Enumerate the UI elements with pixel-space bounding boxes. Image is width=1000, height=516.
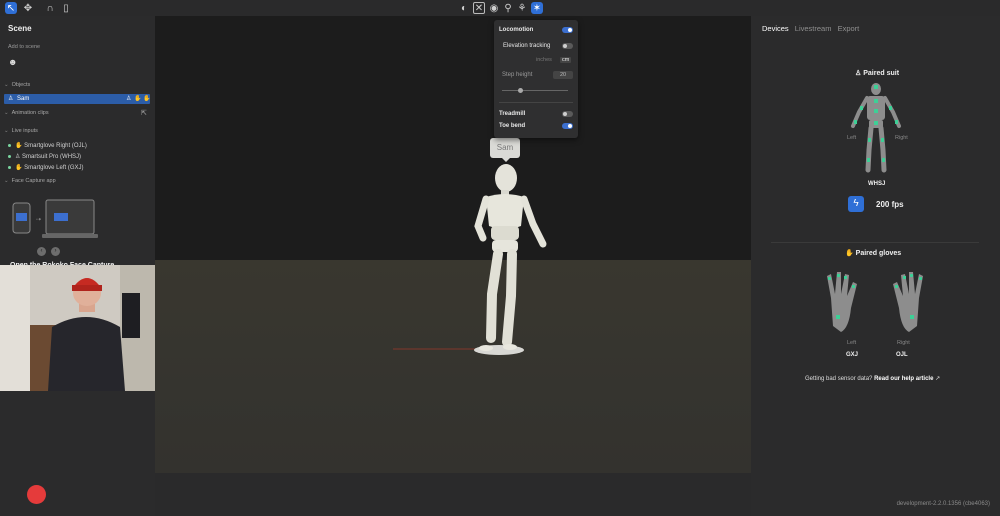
live-inputs-header[interactable]: Live inputs (4, 128, 38, 134)
next-page-button[interactable]: › (51, 247, 60, 256)
help-prefix: Getting bad sensor data? (805, 376, 873, 382)
live-input-label: Smartglove Left (GXJ) (24, 165, 84, 171)
suit-icon: ♙ (855, 70, 864, 77)
live-input-label: Smartsuit Pro (WHSJ) (22, 154, 82, 160)
tab-devices[interactable]: Devices (762, 24, 789, 33)
external-link-icon[interactable]: ↗ (935, 376, 940, 382)
eye-icon[interactable]: ◉ (488, 2, 500, 14)
step-height-label: Step height (502, 72, 533, 78)
status-dot (8, 165, 11, 169)
glove-right-id: OJL (896, 352, 908, 358)
scene-title: Scene (8, 24, 32, 33)
locomotion-label: Locomotion (499, 27, 534, 33)
select-icon[interactable]: ↖ (5, 2, 17, 14)
glove-right-label: Right (897, 340, 910, 346)
webcam-feed (0, 265, 167, 391)
paired-gloves-label: Paired gloves (855, 250, 902, 257)
tab-export[interactable]: Export (838, 24, 860, 33)
treadmill-toggle[interactable] (562, 111, 573, 117)
devices-panel: Devices Livestream Export ♙ Paired suit (751, 16, 1000, 516)
suit-figure (851, 83, 901, 173)
section-divider (771, 242, 979, 243)
live-input-item[interactable]: ✋ Smartglove Left (GXJ) (8, 164, 84, 171)
paired-suit-title: ♙ Paired suit (855, 69, 899, 77)
tab-livestream[interactable]: Livestream (795, 24, 832, 33)
character-mannequin[interactable] (155, 16, 751, 473)
phone-icon[interactable]: ▯ (60, 2, 72, 14)
skeleton-icon[interactable]: ✕ (473, 2, 485, 14)
paired-gloves-title: ✋ Paired gloves (845, 249, 901, 257)
object-name: Sam (17, 95, 30, 102)
right-glove-link-icon[interactable]: ✋ (143, 95, 150, 102)
status-dot (8, 154, 11, 158)
version-label: development-2.2.0.1356 (cbe4063) (896, 501, 990, 507)
paired-suit-label: Paired suit (863, 70, 900, 77)
magic-icon[interactable]: ✶ (531, 2, 543, 14)
glove-left-id: GXJ (846, 352, 859, 358)
walk-icon[interactable]: ⚲ (502, 2, 514, 14)
glove-icon: ✋ (15, 165, 25, 171)
gloves-figure (827, 272, 923, 332)
object-row-sam[interactable]: ♙ Sam ♙ ✋ ✋ (4, 94, 150, 104)
animation-clips-header[interactable]: Animation clips (4, 110, 49, 116)
help-text: Getting bad sensor data? Read our help a… (805, 375, 940, 382)
top-toolbar: ↖ ✥ ∩ ▯ ◐ ✕ ◉ ⚲ ⚘ ✶ (0, 0, 1000, 16)
import-icon[interactable]: ⇱ (141, 109, 147, 117)
live-input-label: Smartglove Right (OJL) (24, 143, 87, 149)
gloves-icon: ✋ (845, 250, 856, 257)
left-glove-link-icon[interactable]: ✋ (134, 95, 141, 102)
move-icon[interactable]: ✥ (22, 2, 34, 14)
glove-icon: ✋ (15, 143, 25, 149)
add-to-scene-label: Add to scene (8, 44, 41, 50)
live-input-item[interactable]: ✋ Smartglove Right (OJL) (8, 142, 87, 149)
unit-cm[interactable]: cm (560, 57, 572, 63)
face-capture-illustration: ⇢ (12, 199, 98, 238)
3d-viewport[interactable] (155, 16, 751, 473)
objects-header[interactable]: Objects (4, 82, 31, 88)
suit-icon[interactable]: ◐ (458, 2, 470, 14)
fps-value: 200 fps (876, 200, 904, 209)
locomotion-popup: Locomotion Elevation tracking inches cm … (494, 20, 578, 138)
help-link[interactable]: Read our help article (874, 376, 933, 382)
character-name-tag: Sam (490, 138, 520, 162)
suit-id: WHSJ (868, 181, 886, 187)
toe-bend-toggle[interactable] (562, 123, 573, 129)
face-capture-header[interactable]: Face Capture app (4, 178, 56, 184)
webcam-overlay (0, 265, 167, 391)
suit-left-label: Left (847, 135, 857, 141)
live-input-item[interactable]: ♙ Smartsuit Pro (WHSJ) (8, 153, 81, 160)
suit-right-label: Right (895, 135, 908, 141)
add-character-icon[interactable]: ☻ (8, 57, 17, 67)
locomotion-toggle[interactable] (562, 27, 573, 33)
suit-icon: ♙ (15, 154, 23, 160)
popup-divider (499, 102, 573, 103)
unit-inches[interactable]: inches (536, 57, 552, 63)
panel-tabs: Devices Livestream Export (762, 24, 863, 33)
prev-page-button[interactable]: ‹ (37, 247, 46, 256)
elevation-tracking-label: Elevation tracking (503, 43, 551, 49)
suit-link-icon[interactable]: ♙ (126, 95, 131, 102)
step-height-slider-track[interactable] (502, 90, 568, 91)
bolt-icon[interactable]: ϟ (848, 196, 864, 212)
actor-icon: ♙ (8, 96, 14, 102)
step-height-input[interactable]: 20 (553, 71, 573, 79)
treadmill-label: Treadmill (499, 111, 526, 117)
record-button[interactable] (27, 485, 46, 504)
svg-text:⇢: ⇢ (36, 217, 41, 223)
glove-left-label: Left (847, 340, 857, 346)
locomotion-icon[interactable]: ⚘ (516, 2, 528, 14)
toe-bend-label: Toe bend (499, 123, 526, 129)
status-dot (8, 143, 11, 147)
step-height-slider-knob[interactable] (518, 88, 523, 93)
elevation-tracking-toggle[interactable] (562, 43, 573, 49)
headset-icon[interactable]: ∩ (44, 2, 56, 14)
